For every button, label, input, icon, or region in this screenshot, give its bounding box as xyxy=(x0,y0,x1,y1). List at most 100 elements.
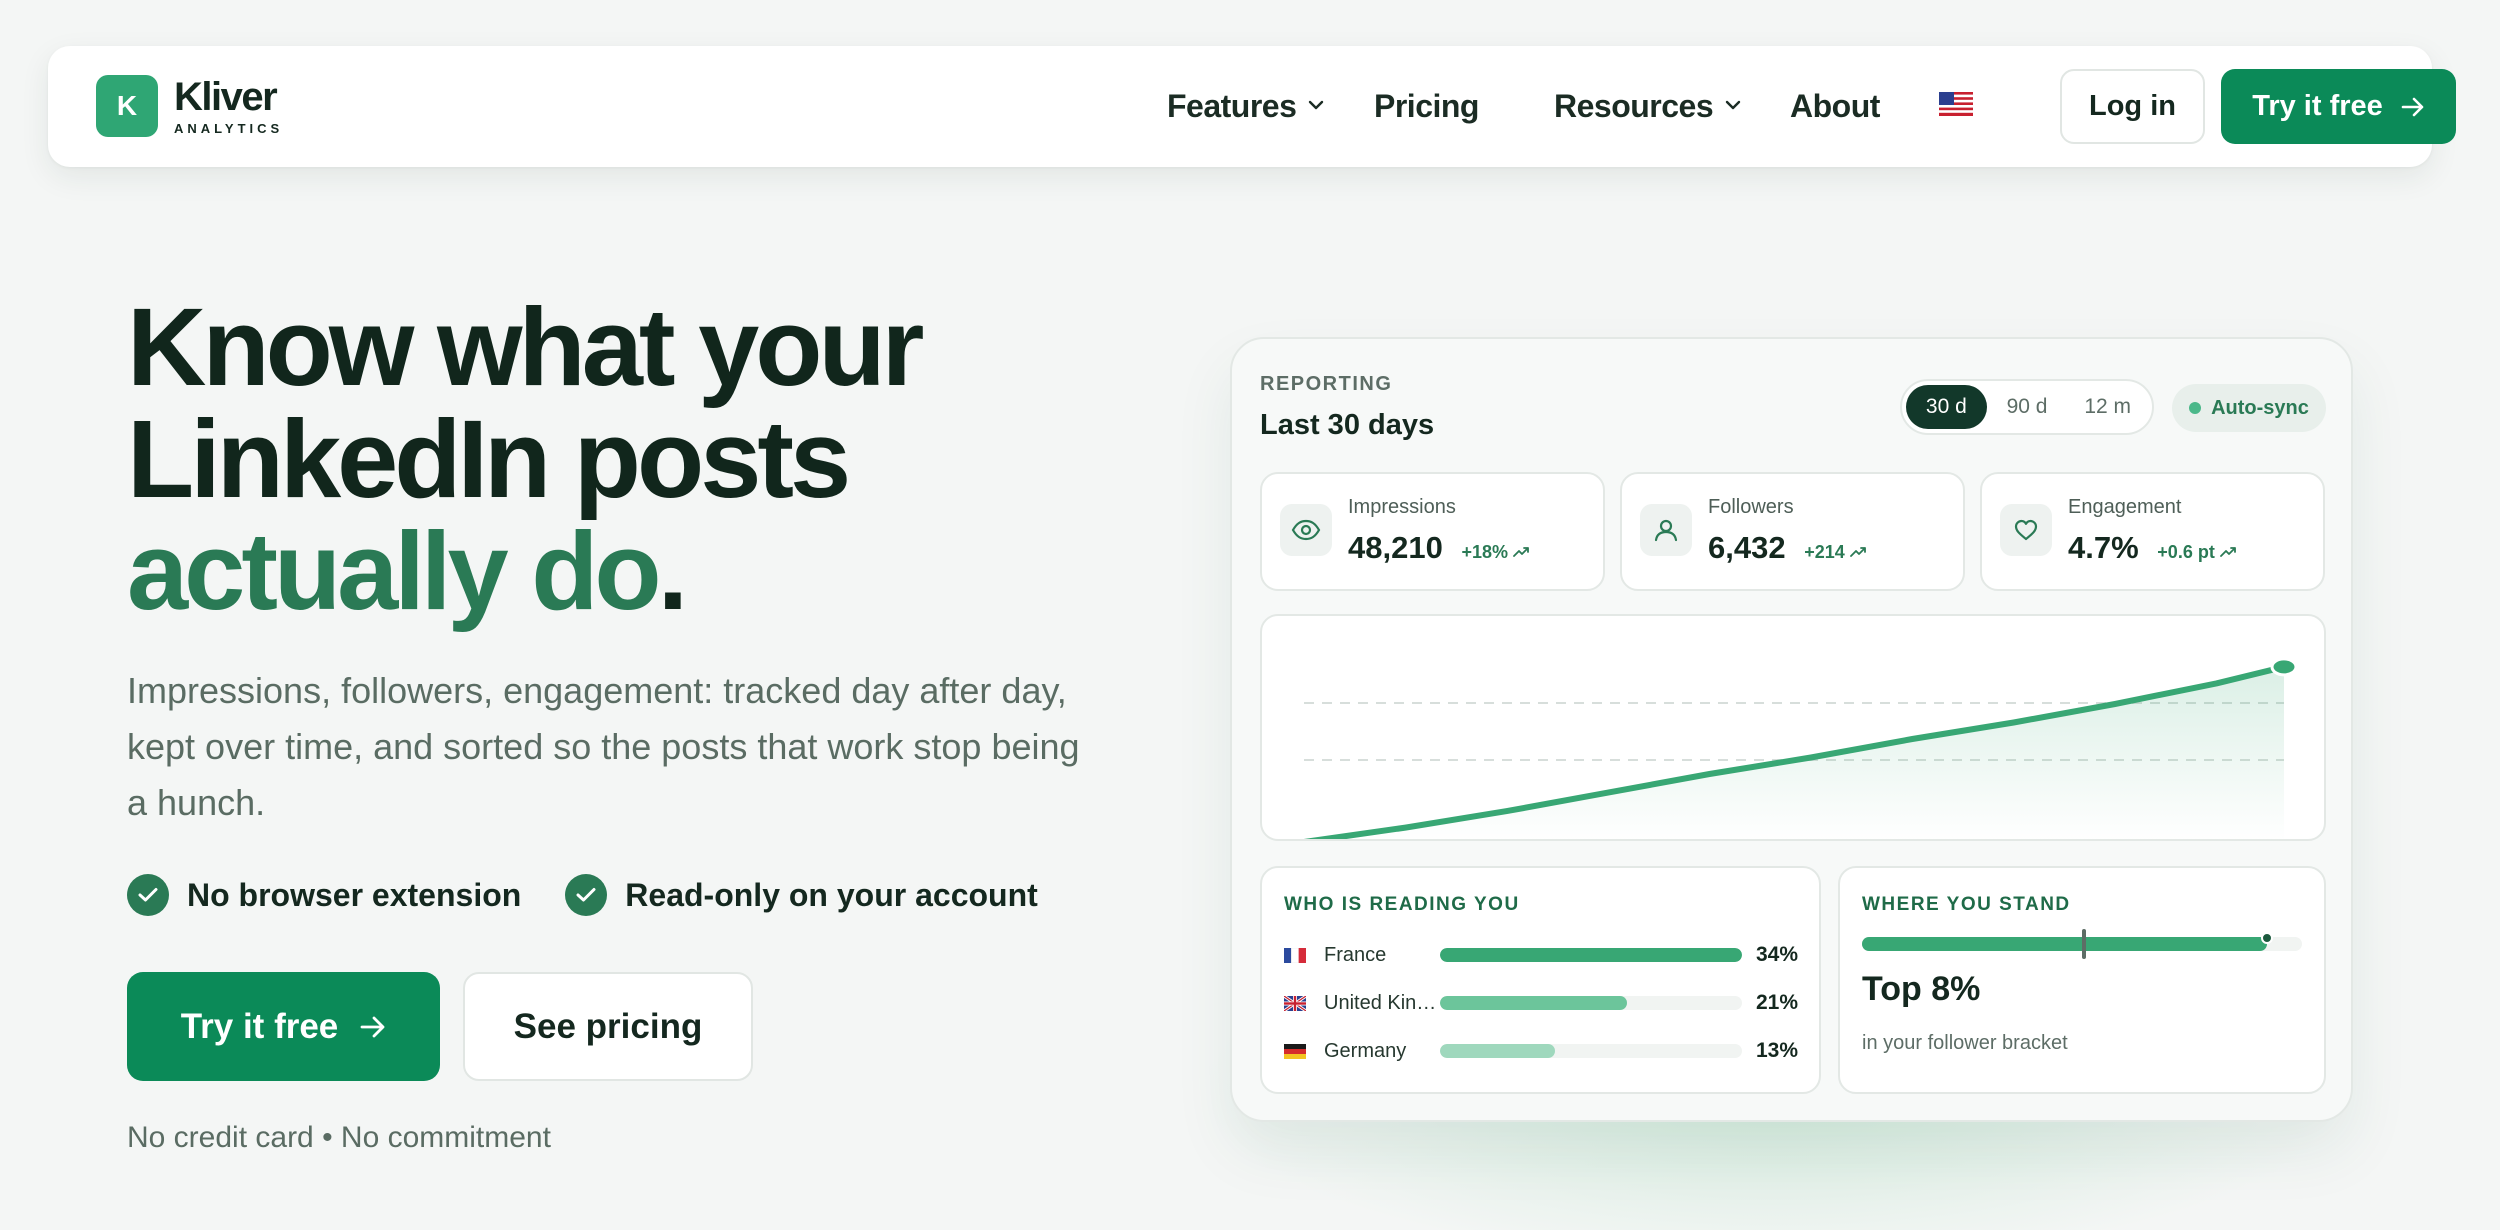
trend-chart xyxy=(1260,614,2326,841)
arrow-right-icon xyxy=(360,1016,385,1037)
range-90d-button[interactable]: 90 d xyxy=(1987,385,2068,429)
nav-item-about[interactable]: About xyxy=(1790,88,1880,125)
nav-item-label: Resources xyxy=(1554,88,1714,124)
standing-heading: WHERE YOU STAND xyxy=(1862,894,2071,915)
hero-title: Know what your LinkedIn posts actually d… xyxy=(127,292,1127,628)
stat-card-impressions: Impressions 48,210 +18% xyxy=(1260,472,1605,591)
france-flag-icon xyxy=(1284,947,1306,963)
standing-subtitle: in your follower bracket xyxy=(1862,1032,2068,1054)
country-row: France 34% xyxy=(1284,940,1804,970)
hero-title-line: LinkedIn posts xyxy=(127,398,851,521)
country-name: Germany xyxy=(1324,1039,1407,1062)
chevron-down-icon xyxy=(1725,100,1741,109)
fine-print: No credit card • No commitment xyxy=(127,1121,551,1154)
stat-delta-value: +0.6 pt xyxy=(2157,542,2215,562)
country-bar-fill xyxy=(1440,1044,1555,1058)
dashboard-preview: REPORTING Last 30 days 30 d 90 d 12 m Au… xyxy=(1230,337,2353,1122)
stat-delta: +18% xyxy=(1461,542,1529,562)
stat-value: 4.7% +0.6 pt xyxy=(2068,530,2236,566)
country-bar-track xyxy=(1440,1044,1742,1058)
brand-wordmark: Kliver ANALYTICS xyxy=(174,77,283,136)
autosync-badge: Auto-sync xyxy=(2172,384,2326,432)
stat-delta-value: +18% xyxy=(1461,542,1508,562)
section-label: REPORTING xyxy=(1260,373,1393,395)
range-selector: 30 d 90 d 12 m xyxy=(1900,379,2154,435)
check-label: No browser extension xyxy=(187,876,522,913)
us-flag-icon[interactable] xyxy=(1939,92,1973,116)
country-row: United Kingdom 21% xyxy=(1284,988,1804,1018)
stat-delta: +0.6 pt xyxy=(2157,542,2236,562)
stat-label: Followers xyxy=(1708,496,1794,518)
brand-name: Kliver xyxy=(174,74,278,119)
country-bar-fill xyxy=(1440,996,1628,1010)
button-label: Try it free xyxy=(2252,90,2383,122)
stat-card-followers: Followers 6,432 +214 xyxy=(1620,472,1965,591)
brand-logo[interactable]: K Kliver ANALYTICS xyxy=(96,75,283,137)
autosync-label: Auto-sync xyxy=(2211,396,2309,419)
nav-item-label: About xyxy=(1790,88,1880,124)
stat-delta: +214 xyxy=(1804,542,1866,562)
trend-up-icon xyxy=(1849,547,1866,557)
range-12m-button[interactable]: 12 m xyxy=(2067,385,2148,429)
standing-bar-fill xyxy=(1862,937,2267,951)
check-label: Read-only on your account xyxy=(625,876,1038,913)
see-pricing-button[interactable]: See pricing xyxy=(463,972,753,1081)
stat-delta-value: +214 xyxy=(1804,542,1845,562)
brand-mark: K xyxy=(96,75,158,137)
button-label: Try it free xyxy=(180,1006,339,1046)
chart-area xyxy=(1325,666,2284,839)
country-name: United Kingdom xyxy=(1324,991,1440,1014)
nav-item-features[interactable]: Features xyxy=(1167,88,1324,125)
brand-tagline: ANALYTICS xyxy=(174,120,284,136)
country-name: France xyxy=(1324,943,1387,966)
standing-value: Top 8% xyxy=(1862,970,1981,1008)
check-item: No browser extension xyxy=(127,874,521,916)
user-icon xyxy=(1640,504,1692,556)
country-bar-track xyxy=(1440,948,1742,962)
arrow-right-icon xyxy=(2401,97,2424,116)
check-item: Read-only on your account xyxy=(565,874,1038,916)
top-navbar: K Kliver ANALYTICS Features Pricing Reso… xyxy=(48,46,2456,167)
chevron-down-icon xyxy=(1309,100,1324,109)
hero-title-line: Know what your xyxy=(127,286,924,409)
standing-median-marker xyxy=(2082,929,2086,959)
standing-card: WHERE YOU STAND Top 8% in your follower … xyxy=(1838,866,2326,1094)
audience-card: WHO IS READING YOU France 34% United Kin… xyxy=(1260,866,1821,1094)
nav-item-label: Pricing xyxy=(1374,88,1479,124)
country-bar-fill xyxy=(1440,948,1742,962)
try-free-hero-button[interactable]: Try it free xyxy=(127,972,440,1081)
trend-up-icon xyxy=(2219,547,2236,557)
audience-heading: WHO IS READING YOU xyxy=(1284,894,1520,915)
stat-card-engagement: Engagement 4.7% +0.6 pt xyxy=(1980,472,2325,591)
chart-last-point xyxy=(2270,657,2298,677)
hero-title-accent: actually do xyxy=(127,510,662,633)
hero-title-period: . xyxy=(657,510,688,633)
country-bar-track xyxy=(1440,996,1742,1010)
stat-number: 4.7% xyxy=(2068,530,2139,565)
status-dot-icon xyxy=(2189,402,2202,414)
hero-description: Impressions, followers, engagement: trac… xyxy=(127,670,1080,823)
country-percent: 34% xyxy=(1756,943,1799,966)
country-percent: 21% xyxy=(1756,991,1799,1014)
range-30d-button[interactable]: 30 d xyxy=(1906,385,1987,429)
heart-icon xyxy=(2000,504,2052,556)
standing-position-dot xyxy=(2260,932,2273,944)
hero-title-line: actually do. xyxy=(127,516,1127,628)
chart-points xyxy=(2270,657,2298,677)
nav-item-pricing[interactable]: Pricing xyxy=(1374,88,1479,125)
trend-up-icon xyxy=(1513,547,1529,557)
nav-item-label: Features xyxy=(1167,88,1297,124)
feature-checks: No browser extension Read-only on your a… xyxy=(127,874,1038,916)
nav-item-resources[interactable]: Resources xyxy=(1554,88,1741,125)
stat-value: 6,432 +214 xyxy=(1708,530,1866,566)
period-title: Last 30 days xyxy=(1260,409,1435,441)
stat-value: 48,210 +18% xyxy=(1348,530,1529,566)
eye-icon xyxy=(1280,504,1332,556)
stat-number: 48,210 xyxy=(1348,530,1443,565)
stat-label: Engagement xyxy=(2068,496,2182,518)
login-button[interactable]: Log in xyxy=(2060,69,2205,144)
trend-chart-svg xyxy=(1303,657,2298,839)
country-row: Germany 13% xyxy=(1284,1036,1804,1066)
uk-flag-icon xyxy=(1284,995,1306,1011)
try-free-nav-button[interactable]: Try it free xyxy=(2221,69,2456,144)
